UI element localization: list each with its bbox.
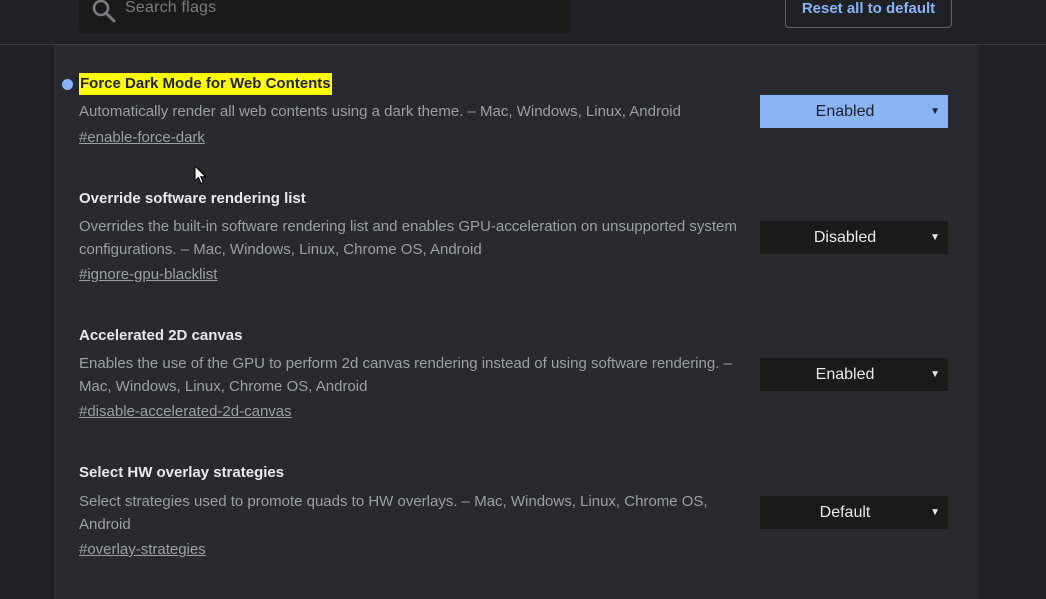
flag-title: Select HW overlay strategies [79, 464, 285, 481]
dropdown-arrow-icon: ▼ [930, 232, 940, 243]
search-input[interactable]: Search flags [79, 0, 571, 33]
dropdown-arrow-icon: ▼ [930, 106, 940, 117]
flags-page: Search flags Reset all to default Force … [0, 0, 1046, 599]
flag-link[interactable]: #ignore-gpu-blacklist [79, 264, 217, 286]
select-value: Disabled [813, 229, 877, 246]
flag-item-overlay-strategies: Select HW overlay strategies Select stra… [79, 462, 949, 562]
reset-all-button[interactable]: Reset all to default [785, 0, 952, 28]
flag-title: Override software rendering list [79, 190, 306, 207]
flag-title: Accelerated 2D canvas [79, 327, 243, 344]
dropdown-arrow-icon: ▼ [930, 507, 940, 518]
flag-description: Select strategies used to promote quads … [79, 493, 708, 533]
search-placeholder: Search flags [125, 0, 217, 16]
select-value: Default [819, 504, 871, 521]
flag-item-ignore-gpu-blacklist: Override software rendering list Overrid… [79, 188, 949, 288]
flag-link[interactable]: #enable-force-dark [79, 127, 205, 149]
flag-state-select[interactable]: Enabled ▼ [760, 358, 948, 391]
header-bar: Search flags Reset all to default [0, 0, 1046, 45]
flag-link[interactable]: #overlay-strategies [79, 539, 206, 561]
flag-description: Overrides the built-in software renderin… [79, 218, 737, 258]
modified-indicator-dot [62, 79, 73, 90]
flag-item-disable-accelerated-2d-canvas: Accelerated 2D canvas Enables the use of… [79, 325, 949, 425]
select-value: Enabled [815, 103, 875, 120]
select-value: Enabled [815, 366, 875, 383]
flag-state-select[interactable]: Default ▼ [760, 496, 948, 529]
flag-link[interactable]: #disable-accelerated-2d-canvas [79, 401, 292, 423]
flag-description: Automatically render all web contents us… [79, 103, 681, 120]
mouse-cursor-icon [194, 165, 207, 185]
dropdown-arrow-icon: ▼ [930, 369, 940, 380]
search-icon [92, 0, 116, 23]
flag-state-select[interactable]: Disabled ▼ [760, 221, 948, 254]
flag-state-select[interactable]: Enabled ▼ [760, 95, 948, 128]
flag-item-enable-force-dark: Force Dark Mode for Web Contents Automat… [79, 73, 949, 153]
flag-title: Force Dark Mode for Web Contents [79, 73, 332, 95]
reset-all-label: Reset all to default [801, 0, 936, 17]
flag-description: Enables the use of the GPU to perform 2d… [79, 355, 732, 395]
